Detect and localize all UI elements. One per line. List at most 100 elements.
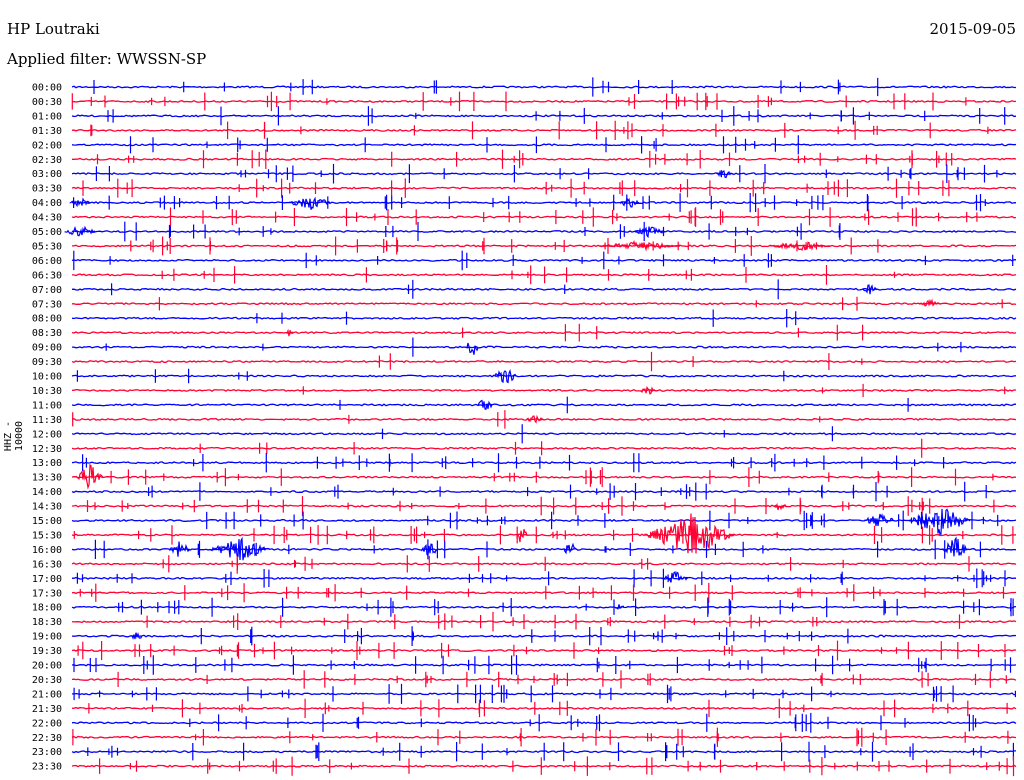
row-time-label: 16:00 xyxy=(32,545,62,556)
row-time-label: 00:00 xyxy=(32,83,62,94)
trace-line xyxy=(72,302,1017,306)
trace-line xyxy=(71,432,1017,436)
trace-line xyxy=(71,229,1017,234)
row-time-label: 06:00 xyxy=(32,256,62,267)
trace-line xyxy=(71,331,1017,335)
trace-line xyxy=(71,201,1017,205)
row-time-label: 07:00 xyxy=(32,285,62,296)
row-time-label: 17:00 xyxy=(32,574,62,585)
row-time-label: 04:00 xyxy=(32,198,62,209)
trace-line xyxy=(71,764,1017,768)
row-time-label: 08:00 xyxy=(32,314,62,325)
seismic-event xyxy=(209,536,271,561)
trace-line xyxy=(71,244,1017,248)
seismic-event xyxy=(286,328,294,337)
trace-line xyxy=(71,461,1017,465)
row-time-label: 14:30 xyxy=(32,502,62,513)
trace-line xyxy=(71,258,1016,263)
trace-line xyxy=(71,504,1017,508)
trace-line xyxy=(71,677,1017,681)
row-time-label: 18:00 xyxy=(32,603,62,614)
trace-line xyxy=(71,316,1017,320)
row-time-label: 23:00 xyxy=(32,747,62,758)
seismic-event xyxy=(516,529,528,543)
trace-line xyxy=(71,186,1017,190)
seismogram-plot: 00:00 00:30 01:00 01:30 02:00 02:30 03:00 03:30… xyxy=(32,77,1017,777)
trace-line xyxy=(71,360,1017,364)
trace-line xyxy=(71,388,1016,392)
row-time-label: 10:30 xyxy=(32,386,62,397)
row-time-label: 02:30 xyxy=(32,155,62,166)
row-time-label: 01:00 xyxy=(32,111,62,122)
seismic-event xyxy=(716,169,734,179)
trace-line xyxy=(71,215,1017,219)
row-time-label: 21:30 xyxy=(32,704,62,715)
seismic-event xyxy=(620,196,640,208)
row-time-label: 06:30 xyxy=(32,270,62,281)
seismic-event xyxy=(76,463,104,490)
trace-line xyxy=(71,721,1017,725)
row-time-label: 12:00 xyxy=(32,429,62,440)
row-time-label: 09:00 xyxy=(32,343,62,354)
trace-line xyxy=(71,591,1017,595)
trace-line xyxy=(71,172,1017,176)
trace-line xyxy=(71,634,1017,638)
row-time-label: 15:30 xyxy=(32,530,62,541)
trace-line xyxy=(71,562,1017,566)
row-time-label: 19:00 xyxy=(32,632,62,643)
trace-line xyxy=(72,157,1017,161)
row-time-label: 22:30 xyxy=(32,733,62,744)
trace-line xyxy=(71,85,1016,89)
row-time-label: 11:30 xyxy=(32,415,62,426)
row-time-label: 03:30 xyxy=(32,184,62,195)
row-time-label: 23:30 xyxy=(32,762,62,773)
row-time-label: 20:00 xyxy=(32,661,62,672)
trace-line xyxy=(71,143,1017,147)
row-time-label: 14:00 xyxy=(32,487,62,498)
row-time-label: 19:30 xyxy=(32,646,62,657)
row-time-label: 16:30 xyxy=(32,559,62,570)
row-time-label: 02:00 xyxy=(32,140,62,151)
row-time-label: 10:00 xyxy=(32,372,62,383)
row-time-label: 12:30 xyxy=(32,444,62,455)
trace-line xyxy=(71,128,1017,132)
trace-line xyxy=(71,417,1017,421)
seismic-event xyxy=(421,543,439,557)
row-time-label: 20:30 xyxy=(32,675,62,686)
row-time-label: 09:30 xyxy=(32,357,62,368)
seismic-event xyxy=(615,604,624,610)
trace-line xyxy=(71,706,1017,710)
row-time-label: 00:30 xyxy=(32,97,62,108)
trace-line xyxy=(71,114,1017,118)
trace-line xyxy=(71,576,1016,580)
row-time-label: 05:00 xyxy=(32,227,62,238)
seismic-event xyxy=(289,196,331,210)
row-time-label: 13:00 xyxy=(32,458,62,469)
row-time-label: 05:30 xyxy=(32,241,62,252)
seismic-event xyxy=(634,226,666,239)
row-time-label: 04:30 xyxy=(32,213,62,224)
row-time-label: 11:00 xyxy=(32,400,62,411)
trace-line xyxy=(71,475,1017,479)
seismic-event xyxy=(493,369,517,384)
row-time-label: 13:30 xyxy=(32,473,62,484)
row-time-label: 18:30 xyxy=(32,617,62,628)
seismic-event xyxy=(64,225,95,237)
trace-line xyxy=(71,99,1017,104)
row-time-label: 15:00 xyxy=(32,516,62,527)
trace-line xyxy=(71,490,1017,494)
row-time-label: 08:30 xyxy=(32,328,62,339)
trace-line xyxy=(71,374,1017,378)
trace-line xyxy=(71,663,1017,667)
trace-line xyxy=(72,345,1017,349)
row-time-label: 07:30 xyxy=(32,299,62,310)
trace-line xyxy=(71,649,1017,653)
trace-line xyxy=(71,446,1017,450)
seismic-event xyxy=(661,570,689,583)
row-time-label: 03:00 xyxy=(32,169,62,180)
trace-line xyxy=(72,692,1017,696)
seismic-event xyxy=(909,508,971,536)
trace-line xyxy=(71,605,1017,609)
row-time-label: 21:00 xyxy=(32,689,62,700)
row-time-label: 17:30 xyxy=(32,588,62,599)
